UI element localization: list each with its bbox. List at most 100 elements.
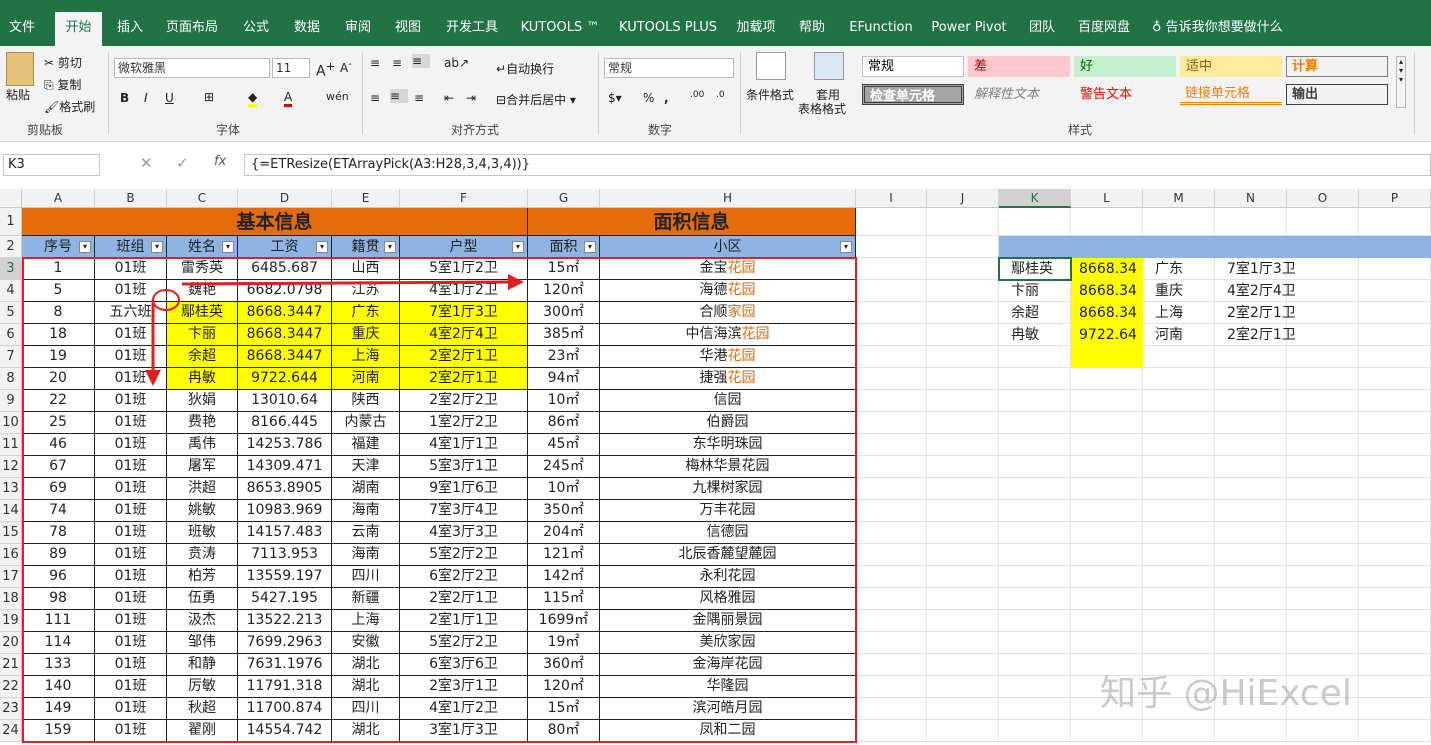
tab-kutools[interactable]: KUTOOLS ™ — [514, 14, 606, 46]
grid-cell[interactable] — [1287, 390, 1359, 412]
grid-cell[interactable] — [856, 654, 927, 676]
styles-scroll-button[interactable]: ▴ ▾ ▾ — [1396, 56, 1406, 108]
grid-cell[interactable] — [1143, 522, 1215, 544]
grid-cell[interactable] — [1215, 434, 1287, 456]
grid-cell[interactable] — [927, 390, 999, 412]
grid-cell[interactable] — [1359, 258, 1431, 280]
result-cell[interactable]: 上海 — [1143, 302, 1215, 324]
grid-cell[interactable] — [1359, 412, 1431, 434]
grid-cell[interactable] — [1287, 434, 1359, 456]
grid-cell[interactable] — [856, 434, 927, 456]
result-cell[interactable]: 4室2厅4卫 — [1215, 280, 1359, 302]
style-neutral[interactable]: 适中 — [1180, 56, 1282, 77]
row-header[interactable]: 10 — [0, 412, 22, 434]
filter-dropdown-icon[interactable]: ▾ — [384, 241, 396, 253]
align-right-button[interactable]: ≡ — [414, 91, 424, 105]
grid-cell[interactable] — [927, 478, 999, 500]
grid-cell[interactable] — [1287, 478, 1359, 500]
grid-cell[interactable] — [856, 566, 927, 588]
grid-cell[interactable] — [927, 302, 999, 324]
grid-cell[interactable] — [1287, 208, 1359, 236]
grid-cell[interactable] — [999, 208, 1071, 236]
grid-cell[interactable] — [856, 236, 927, 258]
grid-cell[interactable] — [1215, 390, 1287, 412]
result-cell[interactable]: 广东 — [1143, 258, 1215, 280]
align-top-button[interactable]: ≡ — [370, 56, 380, 70]
align-center-button[interactable]: ≡ — [390, 89, 408, 103]
tab-page-layout[interactable]: 页面布局 — [160, 14, 224, 46]
grid-cell[interactable] — [1359, 610, 1431, 632]
row-header[interactable]: 5 — [0, 302, 22, 324]
result-cell[interactable]: 8668.34 — [1071, 258, 1143, 280]
grid-cell[interactable] — [856, 258, 927, 280]
grid-cell[interactable] — [1287, 522, 1359, 544]
grid-cell[interactable] — [999, 412, 1071, 434]
grid-cell[interactable] — [1359, 302, 1431, 324]
cancel-icon[interactable]: ✕ — [140, 154, 153, 172]
column-header[interactable]: L — [1071, 189, 1143, 208]
tab-team[interactable]: 团队 — [1022, 14, 1062, 46]
grid-cell[interactable] — [1215, 412, 1287, 434]
grid-cell[interactable] — [1071, 610, 1143, 632]
filter-dropdown-icon[interactable]: ▾ — [79, 241, 91, 253]
grid-cell[interactable] — [1143, 588, 1215, 610]
grid-cell[interactable] — [1287, 610, 1359, 632]
row-header[interactable]: 3 — [0, 258, 22, 280]
grid-cell[interactable] — [1215, 346, 1287, 368]
grid-cell[interactable] — [1215, 456, 1287, 478]
column-header[interactable]: E — [332, 189, 400, 208]
italic-button[interactable]: I — [144, 91, 148, 105]
align-left-button[interactable]: ≡ — [370, 91, 380, 105]
grid-cell[interactable] — [1071, 390, 1143, 412]
grid-cell[interactable] — [1287, 720, 1359, 742]
align-middle-button[interactable]: ≡ — [392, 56, 402, 70]
row-header[interactable]: 24 — [0, 720, 22, 742]
grid-cell[interactable] — [927, 610, 999, 632]
grid-cell[interactable] — [1143, 610, 1215, 632]
grid-cell[interactable] — [927, 676, 999, 698]
grid-cell[interactable] — [1287, 588, 1359, 610]
row-header[interactable]: 21 — [0, 654, 22, 676]
grid-cell[interactable] — [1359, 500, 1431, 522]
column-header[interactable]: I — [856, 189, 927, 208]
phonetic-button[interactable]: wén — [326, 90, 349, 103]
grid-cell[interactable] — [1215, 522, 1287, 544]
tab-view[interactable]: 视图 — [386, 14, 430, 46]
grid-cell[interactable] — [999, 522, 1071, 544]
grid-cell[interactable] — [927, 588, 999, 610]
grid-cell[interactable] — [856, 456, 927, 478]
conditional-format-button[interactable]: 条件格式 — [746, 86, 794, 103]
grid-cell[interactable] — [999, 654, 1071, 676]
percent-button[interactable]: % — [643, 91, 654, 105]
grid-cell[interactable] — [999, 676, 1071, 698]
column-header[interactable]: N — [1215, 189, 1287, 208]
row-header[interactable]: 13 — [0, 478, 22, 500]
tab-file[interactable]: 文件 — [0, 14, 44, 46]
filter-dropdown-icon[interactable]: ▾ — [584, 241, 596, 253]
grid-cell[interactable] — [1359, 698, 1431, 720]
paste-button[interactable]: 粘贴 — [6, 86, 30, 103]
grid-cell[interactable] — [1215, 544, 1287, 566]
cut-button[interactable]: ✂ 剪切 — [44, 54, 82, 71]
result-cell[interactable]: 河南 — [1143, 324, 1215, 346]
style-calculation[interactable]: 计算 — [1286, 56, 1388, 77]
grid-cell[interactable] — [1359, 368, 1431, 390]
style-warning[interactable]: 警告文本 — [1074, 84, 1176, 105]
grid-cell[interactable] — [1287, 456, 1359, 478]
row-header[interactable]: 12 — [0, 456, 22, 478]
grid-cell[interactable] — [1359, 544, 1431, 566]
orientation-button[interactable]: ab↗ — [444, 56, 469, 70]
result-cell[interactable]: 卞丽 — [999, 280, 1071, 302]
grid-cell[interactable] — [927, 500, 999, 522]
row-header[interactable]: 2 — [0, 236, 22, 258]
column-header[interactable]: K — [999, 189, 1071, 208]
grid-cell[interactable] — [1071, 566, 1143, 588]
style-output[interactable]: 输出 — [1286, 84, 1388, 105]
font-size-select[interactable]: 11 — [272, 58, 310, 78]
grid-cell[interactable] — [856, 632, 927, 654]
column-header[interactable]: P — [1359, 189, 1431, 208]
grow-font-button[interactable]: A+ — [316, 59, 335, 80]
grid-cell[interactable] — [927, 698, 999, 720]
tab-addins[interactable]: 加载项 — [730, 14, 782, 46]
grid-cell[interactable] — [1287, 544, 1359, 566]
